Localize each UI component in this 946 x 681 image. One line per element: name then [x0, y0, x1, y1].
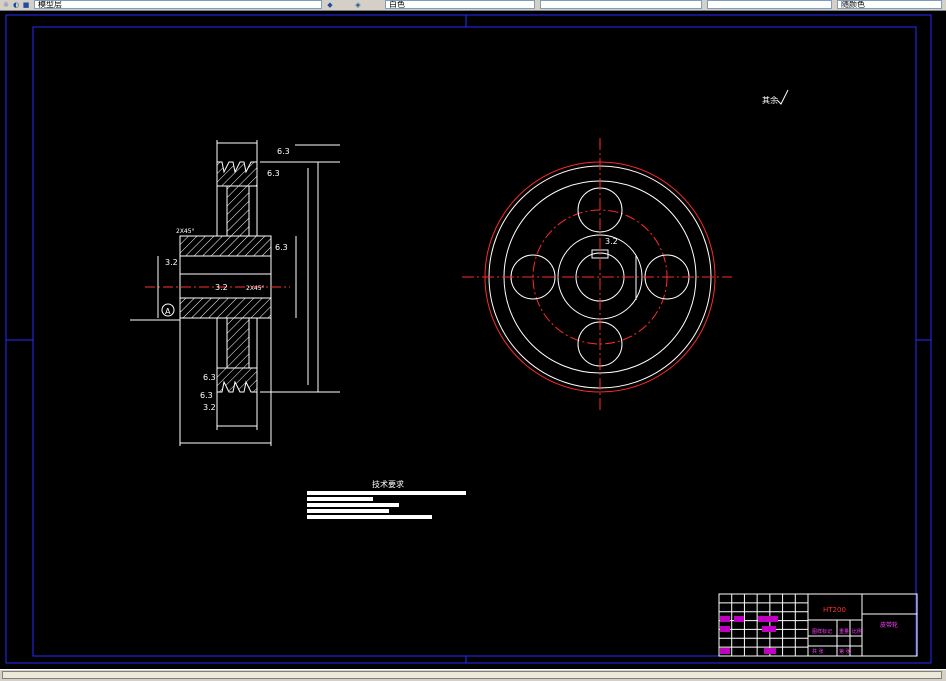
model-space-background: [0, 11, 946, 669]
layer-previous-icon[interactable]: ◈: [354, 1, 362, 9]
magenta-cell: [734, 616, 744, 622]
requirement-line-1: [307, 491, 466, 495]
svg-text:2X45°: 2X45°: [246, 285, 265, 292]
layer-color-icon[interactable]: ■: [22, 1, 30, 9]
requirement-line-3: [307, 503, 399, 507]
magenta-cell: [720, 616, 730, 622]
svg-text:6.3: 6.3: [200, 391, 213, 400]
svg-text:3.2: 3.2: [165, 258, 178, 267]
requirement-line-5: [307, 515, 432, 519]
svg-text:6.3: 6.3: [267, 169, 280, 178]
status-bar-panel: [2, 671, 942, 679]
svg-text:其余: 其余: [762, 95, 778, 105]
magenta-cell: [720, 648, 730, 654]
svg-text:技术要求: 技术要求: [372, 479, 404, 489]
magenta-cell: [758, 616, 778, 622]
status-bar: [0, 669, 946, 681]
linetype-dropdown[interactable]: [540, 0, 702, 9]
color-dropdown[interactable]: 白色: [385, 0, 535, 9]
lower-web-section: [226, 317, 250, 369]
magenta-cell: [720, 626, 730, 632]
layer-state-icon[interactable]: ☼: [2, 1, 10, 9]
properties-toolbar: ☼ ◐ ■ 模型层 ◆ ◈ 白色 随颜色: [0, 0, 946, 11]
svg-text:3.2: 3.2: [215, 283, 228, 292]
svg-text:HT200: HT200: [823, 606, 846, 614]
svg-text:6.3: 6.3: [277, 147, 290, 156]
drawing-canvas[interactable]: 其余 A 6.3 6.3 6.3 3.2 3.2 6.3 3.2 6.3 3.2…: [0, 11, 946, 669]
layer-lock-icon[interactable]: ◐: [12, 1, 20, 9]
svg-text:图样标记: 图样标记: [812, 628, 832, 635]
svg-text:6.3: 6.3: [275, 243, 288, 252]
layer-dropdown[interactable]: 模型层: [34, 0, 322, 9]
requirement-line-4: [307, 509, 389, 513]
magenta-cell: [762, 626, 776, 632]
svg-text:6.3: 6.3: [203, 373, 216, 382]
svg-text:A: A: [165, 307, 171, 316]
svg-text:皮带轮: 皮带轮: [880, 621, 898, 629]
upper-web-section: [226, 185, 250, 237]
svg-text:第 张: 第 张: [839, 648, 851, 655]
hub-upper-section: [179, 235, 272, 257]
svg-text:重量: 重量: [839, 628, 849, 635]
plotstyle-dropdown[interactable]: 随颜色: [837, 0, 942, 9]
make-current-layer-icon[interactable]: ◆: [326, 1, 334, 9]
svg-text:共 张: 共 张: [812, 648, 824, 655]
svg-text:比例: 比例: [852, 628, 862, 635]
magenta-cell: [764, 648, 776, 654]
hub-lower-section: [179, 297, 272, 319]
svg-text:2X45°: 2X45°: [176, 228, 195, 235]
requirement-line-2: [307, 497, 373, 501]
lineweight-dropdown[interactable]: [707, 0, 832, 9]
svg-text:3.2: 3.2: [203, 403, 216, 412]
